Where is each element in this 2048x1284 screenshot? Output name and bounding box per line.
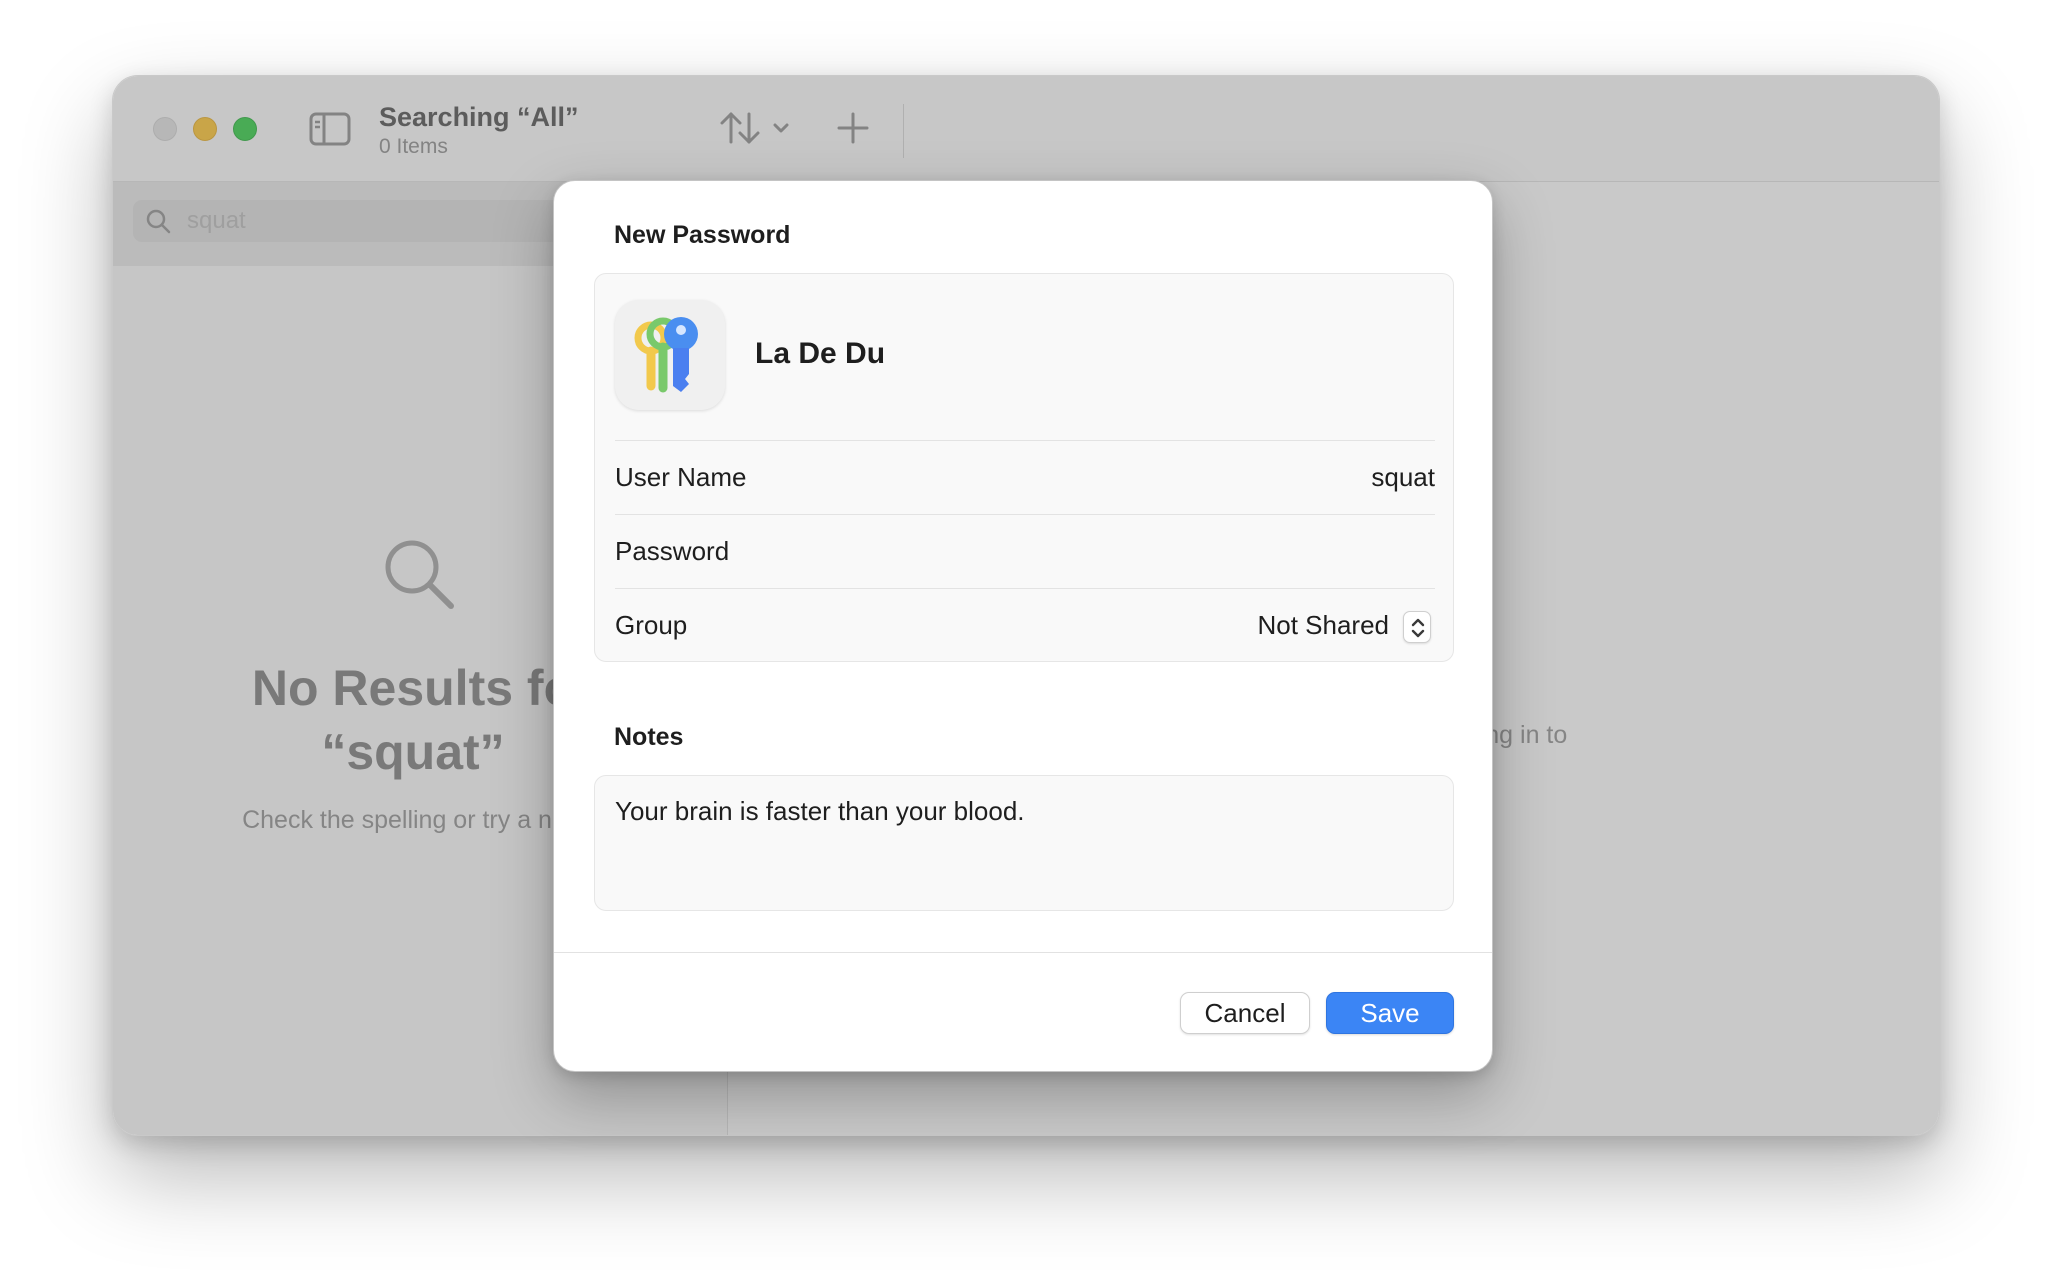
group-popup-button[interactable] [1403, 611, 1431, 643]
notes-field[interactable]: Your brain is faster than your blood. [594, 775, 1454, 911]
group-row: Group Not Shared [615, 588, 1435, 662]
user-name-field[interactable]: squat [1371, 462, 1435, 493]
chevron-up-down-icon [1411, 618, 1425, 638]
credential-card: La De Du User Name squat Password Group … [594, 273, 1454, 662]
notes-title: Notes [614, 723, 684, 751]
notes-text: Your brain is faster than your blood. [615, 796, 1025, 826]
user-name-row[interactable]: User Name squat [615, 440, 1435, 514]
group-select[interactable]: Not Shared [1257, 610, 1389, 641]
password-label: Password [615, 536, 730, 566]
sheet-divider [554, 952, 1492, 953]
user-name-label: User Name [615, 462, 747, 492]
sheet-title: New Password [614, 221, 791, 249]
cancel-button[interactable]: Cancel [1180, 992, 1310, 1034]
group-label: Group [615, 610, 688, 640]
save-button[interactable]: Save [1326, 992, 1454, 1034]
password-row[interactable]: Password [615, 514, 1435, 588]
passwords-keys-icon [615, 300, 725, 410]
new-password-sheet: New Password La De Du User Name squat Pa… [553, 180, 1493, 1072]
site-name: La De Du [755, 337, 886, 370]
